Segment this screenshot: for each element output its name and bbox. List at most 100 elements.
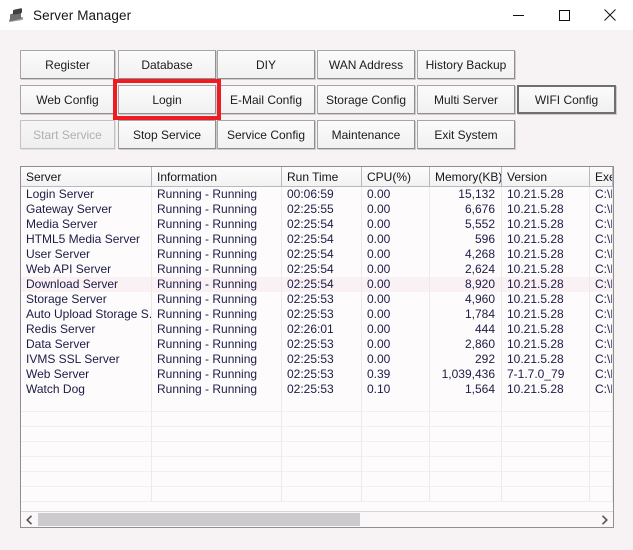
- cell-run-time: 02:26:01: [282, 322, 362, 337]
- table-row[interactable]: Redis Server Running - Running 02:26:01 0.0…: [21, 322, 613, 337]
- table-row[interactable]: User Server Running - Running 02:25:54 0.00…: [21, 247, 613, 262]
- column-header-memory-kb[interactable]: Memory(KB): [430, 167, 502, 186]
- cell-run-time: 02:25:54: [282, 262, 362, 277]
- cell-exe: C:\P: [590, 337, 613, 352]
- button-e-mail-config[interactable]: E-Mail Config: [217, 85, 315, 114]
- cell-exe: C:\P: [590, 292, 613, 307]
- cell-empty: [362, 427, 430, 442]
- scrollbar-thumb[interactable]: [38, 513, 360, 526]
- button-database[interactable]: Database: [118, 50, 216, 79]
- cell-version: 10.21.5.28: [502, 322, 590, 337]
- cell-memory: 15,132: [430, 187, 502, 202]
- cell-empty: [282, 457, 362, 472]
- table-row[interactable]: Storage Server Running - Running 02:25:53 0…: [21, 292, 613, 307]
- cell-empty: [282, 412, 362, 427]
- button-history-backup[interactable]: History Backup: [417, 50, 515, 79]
- cell-run-time: 02:25:53: [282, 292, 362, 307]
- cell-information: Running - Running: [152, 202, 282, 217]
- cell-empty: [152, 472, 282, 487]
- table-row[interactable]: Login Server Running - Running 00:06:59 0.0…: [21, 187, 613, 202]
- button-service-config[interactable]: Service Config: [217, 120, 315, 149]
- cell-empty: [430, 487, 502, 502]
- cell-information: Running - Running: [152, 367, 282, 382]
- cell-cpu: 0.00: [362, 262, 430, 277]
- table-header-row: Server Information Run Time CPU(%) Memory(KB…: [21, 167, 613, 187]
- button-login[interactable]: Login: [118, 85, 216, 114]
- table-empty-row[interactable]: [21, 427, 613, 442]
- button-storage-config[interactable]: Storage Config: [317, 85, 415, 114]
- column-header-version[interactable]: Version: [502, 167, 590, 186]
- table-row[interactable]: Web Server Running - Running 02:25:53 0.39 1…: [21, 367, 613, 382]
- cell-empty: [362, 442, 430, 457]
- column-header-information[interactable]: Information: [152, 167, 282, 186]
- column-header-exe[interactable]: Exe: [590, 167, 613, 186]
- cell-server: Login Server: [21, 187, 152, 202]
- minimize-icon[interactable]: [495, 0, 541, 30]
- cell-information: Running - Running: [152, 337, 282, 352]
- cell-empty: [152, 442, 282, 457]
- button-maintenance[interactable]: Maintenance: [317, 120, 415, 149]
- cell-exe: C:\P: [590, 262, 613, 277]
- table-empty-row[interactable]: [21, 472, 613, 487]
- button-register[interactable]: Register: [20, 50, 115, 79]
- cell-cpu: 0.00: [362, 307, 430, 322]
- button-exit-system[interactable]: Exit System: [417, 120, 515, 149]
- cell-server: Redis Server: [21, 322, 152, 337]
- cell-information: Running - Running: [152, 382, 282, 397]
- table-empty-row[interactable]: [21, 457, 613, 472]
- table-row[interactable]: Auto Upload Storage S... Running - Runnin…: [21, 307, 613, 322]
- table-row[interactable]: HTML5 Media Server Running - Running 02:25…: [21, 232, 613, 247]
- table-row[interactable]: Watch Dog Running - Running 02:25:53 0.10 1,…: [21, 382, 613, 397]
- window-title: Server Manager: [33, 7, 132, 23]
- table-empty-row[interactable]: [21, 487, 613, 502]
- cell-empty: [502, 472, 590, 487]
- table-row[interactable]: Media Server Running - Running 02:25:54 0.0…: [21, 217, 613, 232]
- cell-empty: [430, 427, 502, 442]
- scrollbar-track[interactable]: [38, 512, 596, 527]
- cell-cpu: 0.00: [362, 292, 430, 307]
- cell-exe: C:\P: [590, 277, 613, 292]
- server-icon: [9, 7, 25, 23]
- cell-cpu: 0.00: [362, 217, 430, 232]
- cell-empty: [362, 412, 430, 427]
- button-wifi-config[interactable]: WIFI Config: [517, 85, 616, 114]
- table-row[interactable]: Gateway Server Running - Running 02:25:55 0…: [21, 202, 613, 217]
- cell-server: Web API Server: [21, 262, 152, 277]
- table-row[interactable]: IVMS SSL Server Running - Running 02:25:53…: [21, 352, 613, 367]
- cell-empty: [430, 397, 502, 412]
- chevron-left-icon[interactable]: [21, 512, 38, 527]
- table-body[interactable]: Login Server Running - Running 00:06:59 0.0…: [21, 187, 613, 512]
- cell-memory: 4,960: [430, 292, 502, 307]
- cell-empty: [502, 457, 590, 472]
- cell-version: 10.21.5.28: [502, 382, 590, 397]
- table-row[interactable]: Data Server Running - Running 02:25:53 0.00…: [21, 337, 613, 352]
- table-row[interactable]: Download Server Running - Running 02:25:54…: [21, 277, 613, 292]
- button-diy[interactable]: DIY: [217, 50, 315, 79]
- button-wan-address[interactable]: WAN Address: [317, 50, 415, 79]
- button-multi-server[interactable]: Multi Server: [417, 85, 515, 114]
- table-row[interactable]: Web API Server Running - Running 02:25:54 0…: [21, 262, 613, 277]
- button-stop-service[interactable]: Stop Service: [118, 120, 216, 149]
- cell-empty: [362, 397, 430, 412]
- cell-cpu: 0.00: [362, 352, 430, 367]
- cell-run-time: 02:25:53: [282, 367, 362, 382]
- table-empty-row[interactable]: [21, 412, 613, 427]
- chevron-right-icon[interactable]: [596, 512, 613, 527]
- column-header-cpu[interactable]: CPU(%): [362, 167, 430, 186]
- button-web-config[interactable]: Web Config: [20, 85, 115, 114]
- column-header-run-time[interactable]: Run Time: [282, 167, 362, 186]
- cell-version: 10.21.5.28: [502, 187, 590, 202]
- cell-exe: C:\P: [590, 367, 613, 382]
- cell-server: Data Server: [21, 337, 152, 352]
- close-icon[interactable]: [587, 0, 633, 30]
- cell-empty: [430, 412, 502, 427]
- cell-empty: [282, 442, 362, 457]
- maximize-icon[interactable]: [541, 0, 587, 30]
- cell-exe: C:\P: [590, 232, 613, 247]
- table-empty-row[interactable]: [21, 397, 613, 412]
- cell-memory: 2,624: [430, 262, 502, 277]
- horizontal-scrollbar[interactable]: [21, 511, 613, 527]
- cell-server: Gateway Server: [21, 202, 152, 217]
- column-header-server[interactable]: Server: [21, 167, 152, 186]
- table-empty-row[interactable]: [21, 442, 613, 457]
